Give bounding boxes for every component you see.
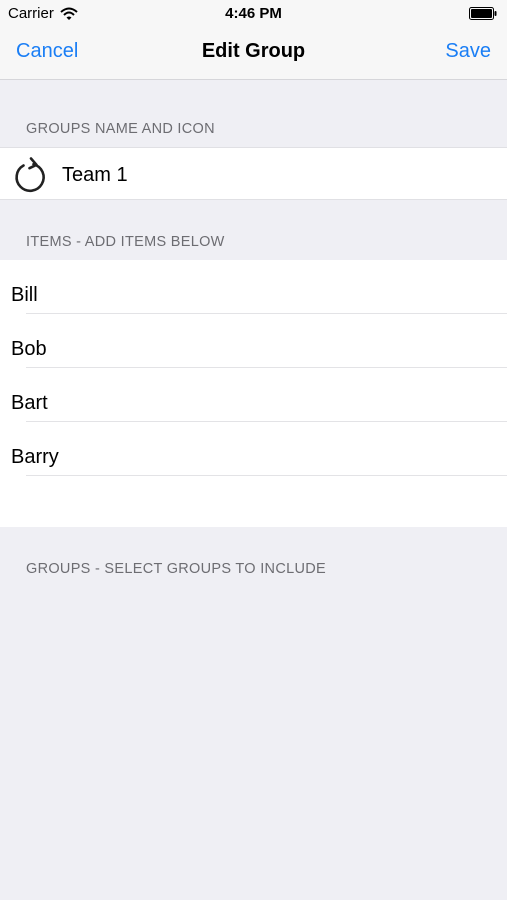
page-title: Edit Group: [201, 40, 306, 62]
list-item[interactable]: Barry: [0, 422, 507, 476]
navigation-bar: Cancel Edit Group Save: [0, 28, 507, 80]
list-item[interactable]: Bill: [0, 260, 507, 314]
status-bar: Carrier 4:46 PM: [0, 0, 507, 28]
item-label[interactable]: Bart: [11, 392, 48, 415]
battery-icon: [469, 7, 497, 20]
item-label[interactable]: Bill: [11, 284, 38, 307]
status-time: 4:46 PM: [225, 5, 282, 22]
section-header-groups: GROUPS - SELECT GROUPS TO INCLUDE: [26, 561, 326, 577]
item-label[interactable]: Barry: [11, 446, 59, 469]
group-name-field[interactable]: Team 1: [62, 164, 128, 187]
refresh-icon[interactable]: [11, 157, 47, 193]
items-list: Bill Bob Bart Barry: [0, 260, 507, 527]
group-name-row[interactable]: Team 1: [0, 147, 507, 200]
list-item[interactable]: Bob: [0, 314, 507, 368]
list-item[interactable]: Bart: [0, 368, 507, 422]
item-label[interactable]: Bob: [11, 338, 47, 361]
new-item-field[interactable]: [0, 476, 507, 527]
section-header-name-icon: GROUPS NAME AND ICON: [26, 121, 215, 137]
section-header-items: ITEMS - ADD ITEMS BELOW: [26, 234, 225, 250]
save-button[interactable]: Save: [445, 40, 491, 63]
